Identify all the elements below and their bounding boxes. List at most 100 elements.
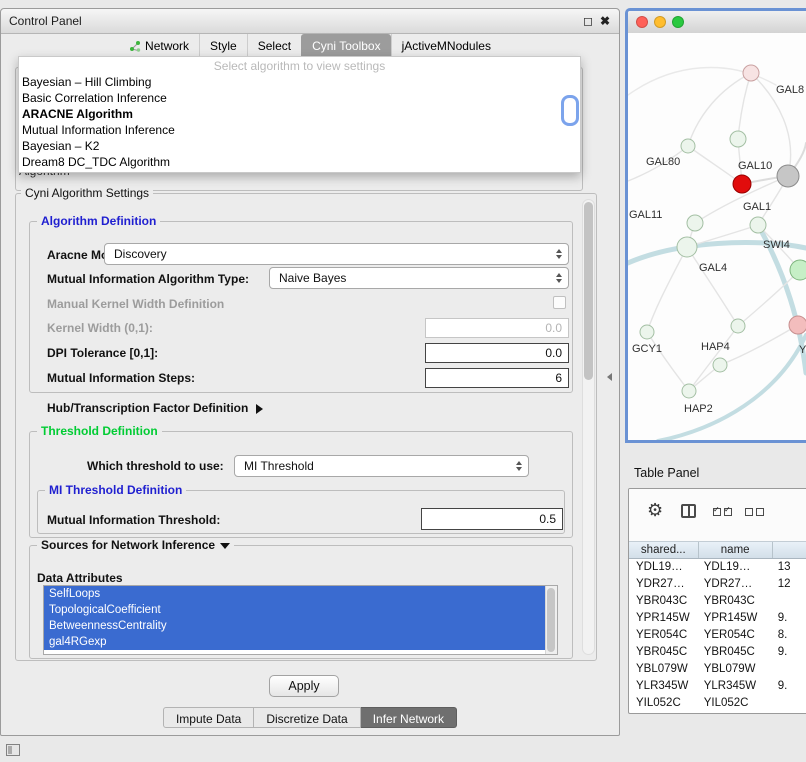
table-cell[interactable]: 9.: [773, 644, 806, 661]
network-edge[interactable]: [658, 335, 806, 440]
algorithm-option[interactable]: Mutual Information Inference: [19, 122, 580, 138]
algorithm-option[interactable]: Dream8 DC_TDC Algorithm: [19, 154, 580, 170]
column-header[interactable]: name: [699, 542, 773, 558]
network-node[interactable]: [731, 319, 745, 333]
table-cell[interactable]: YDL19…: [699, 559, 773, 576]
select-all-columns-icon[interactable]: [713, 508, 732, 516]
close-light[interactable]: [636, 16, 648, 28]
network-node[interactable]: [789, 316, 806, 334]
table-row[interactable]: YBL079WYBL079W: [629, 661, 806, 678]
zoom-light[interactable]: [672, 16, 684, 28]
network-node[interactable]: [777, 165, 799, 187]
table-cell[interactable]: YPR145W: [699, 610, 773, 627]
network-edge[interactable]: [689, 326, 738, 391]
network-edge[interactable]: [647, 247, 687, 332]
network-node[interactable]: [733, 175, 751, 193]
table-cell[interactable]: [773, 593, 806, 610]
table-cell[interactable]: YDR27…: [699, 576, 773, 593]
mi-steps-field[interactable]: 6: [425, 368, 569, 388]
network-edge[interactable]: [720, 325, 798, 365]
network-node[interactable]: [743, 65, 759, 81]
hub-section-toggle[interactable]: Hub/Transcription Factor Definition: [47, 401, 263, 415]
network-node[interactable]: [687, 215, 703, 231]
table-row[interactable]: YLR345WYLR345W9.: [629, 678, 806, 695]
deselect-all-columns-icon[interactable]: [745, 508, 764, 516]
sources-group-title[interactable]: Sources for Network Inference: [37, 539, 234, 552]
table-row[interactable]: YDR27…YDR27…12: [629, 576, 806, 593]
network-node[interactable]: [750, 217, 766, 233]
table-cell[interactable]: [773, 661, 806, 678]
table-cell[interactable]: YLR345W: [629, 678, 699, 695]
table-cell[interactable]: YBR043C: [699, 593, 773, 610]
table-cell[interactable]: YPR145W: [629, 610, 699, 627]
network-canvas[interactable]: GAL8GAL80GAL10GAL11GAL1SWI4GAL4GCY1HAP4Y…: [628, 33, 806, 440]
table-cell[interactable]: YBL079W: [699, 661, 773, 678]
network-edge[interactable]: [688, 146, 742, 184]
table-row[interactable]: YIL052CYIL052C: [629, 695, 806, 712]
network-edge[interactable]: [738, 73, 751, 139]
table-cell[interactable]: 12: [773, 576, 806, 593]
table-cell[interactable]: YBR043C: [629, 593, 699, 610]
network-titlebar[interactable]: [628, 11, 806, 34]
table-cell[interactable]: YER054C: [699, 627, 773, 644]
algorithm-option[interactable]: Bayesian – Hill Climbing: [19, 74, 580, 90]
close-window-icon[interactable]: ✖: [600, 9, 610, 33]
table-cell[interactable]: YIL052C: [629, 695, 699, 712]
table-settings-icon[interactable]: ⚙: [647, 501, 663, 519]
bottom-tab-infer-network[interactable]: Infer Network: [361, 707, 457, 728]
network-node[interactable]: [790, 260, 806, 280]
network-node[interactable]: [640, 325, 654, 339]
control-panel-titlebar[interactable]: Control Panel ◻ ✖: [1, 9, 619, 34]
table-row[interactable]: YER054CYER054C8.: [629, 627, 806, 644]
table-cell[interactable]: 13: [773, 559, 806, 576]
apply-button[interactable]: Apply: [269, 675, 339, 697]
mi-type-select[interactable]: Naive Bayes: [269, 267, 569, 289]
network-edge[interactable]: [687, 247, 738, 326]
manual-kernel-checkbox[interactable]: [553, 296, 566, 309]
panel-collapse-arrow[interactable]: [607, 373, 612, 381]
network-node[interactable]: [713, 358, 727, 372]
table-cell[interactable]: YBR045C: [699, 644, 773, 661]
algorithm-option[interactable]: Basic Correlation Inference: [19, 90, 580, 106]
network-node[interactable]: [682, 384, 696, 398]
network-node[interactable]: [681, 139, 695, 153]
table-cell[interactable]: YER054C: [629, 627, 699, 644]
network-node[interactable]: [730, 131, 746, 147]
table-cell[interactable]: 9.: [773, 678, 806, 695]
minimize-light[interactable]: [654, 16, 666, 28]
table-cell[interactable]: YLR345W: [699, 678, 773, 695]
attributes-list-scrollbar[interactable]: [545, 586, 557, 654]
data-attribute-item[interactable]: BetweennessCentrality: [44, 618, 545, 634]
network-edge[interactable]: [647, 332, 689, 391]
table-cell[interactable]: YIL052C: [699, 695, 773, 712]
algorithm-option[interactable]: Bayesian – K2: [19, 138, 580, 154]
bottom-tab-discretize-data[interactable]: Discretize Data: [254, 707, 360, 728]
table-row[interactable]: YBR043CYBR043C: [629, 593, 806, 610]
network-node[interactable]: [677, 237, 697, 257]
table-cell[interactable]: 8.: [773, 627, 806, 644]
table-cell[interactable]: YDL19…: [629, 559, 699, 576]
table-cell[interactable]: YBL079W: [629, 661, 699, 678]
table-cell[interactable]: YDR27…: [629, 576, 699, 593]
column-header[interactable]: [773, 542, 806, 558]
bottom-tab-impute-data[interactable]: Impute Data: [163, 707, 254, 728]
table-row[interactable]: YDL19…YDL19…13: [629, 559, 806, 576]
dpi-tolerance-field[interactable]: 0.0: [425, 343, 569, 363]
settings-scrollbar[interactable]: [582, 199, 595, 655]
help-button-fragment[interactable]: [561, 95, 579, 126]
table-cell[interactable]: 9.: [773, 610, 806, 627]
algorithm-option[interactable]: ARACNE Algorithm: [19, 106, 580, 122]
show-columns-icon[interactable]: [681, 504, 696, 518]
table-row[interactable]: YBR045CYBR045C9.: [629, 644, 806, 661]
which-threshold-select[interactable]: MI Threshold: [234, 455, 529, 477]
data-attribute-item[interactable]: gal4RGexp: [44, 634, 545, 650]
attributes-list-thumb[interactable]: [547, 588, 555, 652]
table-cell[interactable]: [773, 695, 806, 712]
column-header[interactable]: shared...: [629, 542, 699, 558]
data-attribute-item[interactable]: TopologicalCoefficient: [44, 602, 545, 618]
minimized-panel-icon[interactable]: [6, 744, 20, 756]
kernel-width-field[interactable]: 0.0: [425, 318, 569, 338]
table-row[interactable]: YPR145WYPR145W9.: [629, 610, 806, 627]
settings-scrollbar-thumb[interactable]: [584, 202, 593, 380]
data-attribute-item[interactable]: SelfLoops: [44, 586, 545, 602]
